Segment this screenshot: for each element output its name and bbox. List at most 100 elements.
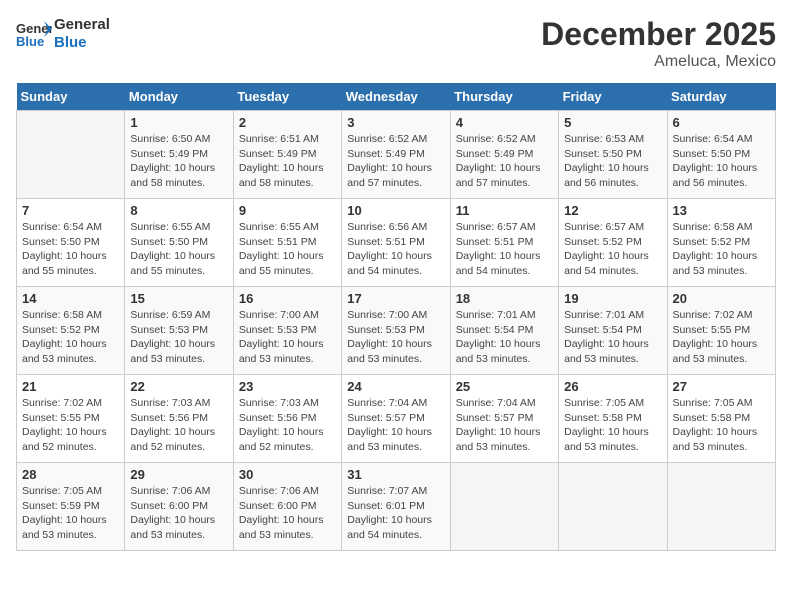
day-number: 20: [673, 291, 770, 306]
day-info: Sunrise: 7:01 AMSunset: 5:54 PMDaylight:…: [564, 308, 661, 367]
calendar-cell: 26 Sunrise: 7:05 AMSunset: 5:58 PMDayligh…: [559, 375, 667, 463]
day-number: 9: [239, 203, 336, 218]
calendar-cell: 1 Sunrise: 6:50 AMSunset: 5:49 PMDaylight…: [125, 111, 233, 199]
day-number: 26: [564, 379, 661, 394]
day-number: 31: [347, 467, 444, 482]
calendar-cell: 30 Sunrise: 7:06 AMSunset: 6:00 PMDayligh…: [233, 463, 341, 551]
day-info: Sunrise: 7:02 AMSunset: 5:55 PMDaylight:…: [22, 396, 119, 455]
calendar-cell: 15 Sunrise: 6:59 AMSunset: 5:53 PMDayligh…: [125, 287, 233, 375]
calendar-cell: 11 Sunrise: 6:57 AMSunset: 5:51 PMDayligh…: [450, 199, 558, 287]
day-info: Sunrise: 6:56 AMSunset: 5:51 PMDaylight:…: [347, 220, 444, 279]
day-info: Sunrise: 6:59 AMSunset: 5:53 PMDaylight:…: [130, 308, 227, 367]
day-info: Sunrise: 7:02 AMSunset: 5:55 PMDaylight:…: [673, 308, 770, 367]
calendar-cell: 4 Sunrise: 6:52 AMSunset: 5:49 PMDaylight…: [450, 111, 558, 199]
day-number: 2: [239, 115, 336, 130]
weekday-header-saturday: Saturday: [667, 83, 775, 111]
month-title: December 2025 Ameluca, Mexico: [541, 16, 776, 71]
calendar-week-row: 7 Sunrise: 6:54 AMSunset: 5:50 PMDaylight…: [17, 199, 776, 287]
weekday-header-row: SundayMondayTuesdayWednesdayThursdayFrid…: [17, 83, 776, 111]
calendar-week-row: 21Sunrise: 7:02 AMSunset: 5:55 PMDayligh…: [17, 375, 776, 463]
logo: General Blue General Blue: [16, 16, 110, 52]
calendar-cell: [559, 463, 667, 551]
day-info: Sunrise: 7:05 AMSunset: 5:59 PMDaylight:…: [22, 484, 119, 543]
calendar-cell: 19 Sunrise: 7:01 AMSunset: 5:54 PMDayligh…: [559, 287, 667, 375]
day-info: Sunrise: 6:58 AMSunset: 5:52 PMDaylight:…: [673, 220, 770, 279]
day-info: Sunrise: 6:50 AMSunset: 5:49 PMDaylight:…: [130, 132, 227, 191]
day-number: 22: [130, 379, 227, 394]
calendar-cell: 29Sunrise: 7:06 AMSunset: 6:00 PMDayligh…: [125, 463, 233, 551]
calendar-cell: [17, 111, 125, 199]
day-info: Sunrise: 7:07 AMSunset: 6:01 PMDaylight:…: [347, 484, 444, 543]
day-info: Sunrise: 6:52 AMSunset: 5:49 PMDaylight:…: [347, 132, 444, 191]
day-number: 10: [347, 203, 444, 218]
day-number: 24: [347, 379, 444, 394]
calendar-cell: 31 Sunrise: 7:07 AMSunset: 6:01 PMDayligh…: [342, 463, 450, 551]
calendar-cell: [667, 463, 775, 551]
calendar-cell: 16Sunrise: 7:00 AMSunset: 5:53 PMDayligh…: [233, 287, 341, 375]
logo-line2: Blue: [54, 34, 110, 52]
day-info: Sunrise: 7:06 AMSunset: 6:00 PMDaylight:…: [130, 484, 227, 543]
day-number: 7: [22, 203, 119, 218]
calendar-cell: 20 Sunrise: 7:02 AMSunset: 5:55 PMDayligh…: [667, 287, 775, 375]
weekday-header-monday: Monday: [125, 83, 233, 111]
day-info: Sunrise: 6:52 AMSunset: 5:49 PMDaylight:…: [456, 132, 553, 191]
day-info: Sunrise: 7:01 AMSunset: 5:54 PMDaylight:…: [456, 308, 553, 367]
calendar-cell: 6Sunrise: 6:54 AMSunset: 5:50 PMDaylight…: [667, 111, 775, 199]
day-number: 13: [673, 203, 770, 218]
day-number: 18: [456, 291, 553, 306]
day-number: 23: [239, 379, 336, 394]
day-number: 12: [564, 203, 661, 218]
day-number: 28: [22, 467, 119, 482]
day-number: 4: [456, 115, 553, 130]
weekday-header-friday: Friday: [559, 83, 667, 111]
day-info: Sunrise: 7:00 AMSunset: 5:53 PMDaylight:…: [239, 308, 336, 367]
calendar-table: SundayMondayTuesdayWednesdayThursdayFrid…: [16, 83, 776, 551]
day-info: Sunrise: 6:58 AMSunset: 5:52 PMDaylight:…: [22, 308, 119, 367]
day-info: Sunrise: 7:05 AMSunset: 5:58 PMDaylight:…: [673, 396, 770, 455]
day-info: Sunrise: 7:04 AMSunset: 5:57 PMDaylight:…: [347, 396, 444, 455]
day-info: Sunrise: 6:55 AMSunset: 5:50 PMDaylight:…: [130, 220, 227, 279]
location-heading: Ameluca, Mexico: [541, 53, 776, 71]
day-number: 15: [130, 291, 227, 306]
page-header: General Blue General Blue December 2025 …: [16, 16, 776, 71]
calendar-cell: 10 Sunrise: 6:56 AMSunset: 5:51 PMDayligh…: [342, 199, 450, 287]
day-number: 8: [130, 203, 227, 218]
day-info: Sunrise: 7:03 AMSunset: 5:56 PMDaylight:…: [130, 396, 227, 455]
day-info: Sunrise: 6:57 AMSunset: 5:51 PMDaylight:…: [456, 220, 553, 279]
day-number: 30: [239, 467, 336, 482]
logo-icon: General Blue: [16, 19, 52, 49]
calendar-cell: 18 Sunrise: 7:01 AMSunset: 5:54 PMDayligh…: [450, 287, 558, 375]
weekday-header-tuesday: Tuesday: [233, 83, 341, 111]
day-info: Sunrise: 6:57 AMSunset: 5:52 PMDaylight:…: [564, 220, 661, 279]
calendar-cell: 5Sunrise: 6:53 AMSunset: 5:50 PMDaylight…: [559, 111, 667, 199]
weekday-header-wednesday: Wednesday: [342, 83, 450, 111]
calendar-cell: 17Sunrise: 7:00 AMSunset: 5:53 PMDayligh…: [342, 287, 450, 375]
day-number: 27: [673, 379, 770, 394]
day-number: 17: [347, 291, 444, 306]
calendar-cell: 14 Sunrise: 6:58 AMSunset: 5:52 PMDayligh…: [17, 287, 125, 375]
calendar-week-row: 14 Sunrise: 6:58 AMSunset: 5:52 PMDayligh…: [17, 287, 776, 375]
day-info: Sunrise: 7:04 AMSunset: 5:57 PMDaylight:…: [456, 396, 553, 455]
day-number: 1: [130, 115, 227, 130]
day-number: 14: [22, 291, 119, 306]
day-info: Sunrise: 7:05 AMSunset: 5:58 PMDaylight:…: [564, 396, 661, 455]
calendar-cell: 7 Sunrise: 6:54 AMSunset: 5:50 PMDaylight…: [17, 199, 125, 287]
day-info: Sunrise: 6:54 AMSunset: 5:50 PMDaylight:…: [22, 220, 119, 279]
logo-line1: General: [54, 16, 110, 34]
calendar-cell: 12 Sunrise: 6:57 AMSunset: 5:52 PMDayligh…: [559, 199, 667, 287]
day-number: 11: [456, 203, 553, 218]
calendar-cell: 28 Sunrise: 7:05 AMSunset: 5:59 PMDayligh…: [17, 463, 125, 551]
day-number: 19: [564, 291, 661, 306]
day-info: Sunrise: 6:55 AMSunset: 5:51 PMDaylight:…: [239, 220, 336, 279]
svg-text:Blue: Blue: [16, 34, 44, 49]
calendar-cell: 3 Sunrise: 6:52 AMSunset: 5:49 PMDaylight…: [342, 111, 450, 199]
day-info: Sunrise: 7:03 AMSunset: 5:56 PMDaylight:…: [239, 396, 336, 455]
calendar-cell: 9 Sunrise: 6:55 AMSunset: 5:51 PMDaylight…: [233, 199, 341, 287]
weekday-header-sunday: Sunday: [17, 83, 125, 111]
day-info: Sunrise: 7:06 AMSunset: 6:00 PMDaylight:…: [239, 484, 336, 543]
day-number: 3: [347, 115, 444, 130]
day-info: Sunrise: 6:53 AMSunset: 5:50 PMDaylight:…: [564, 132, 661, 191]
weekday-header-thursday: Thursday: [450, 83, 558, 111]
calendar-week-row: 28 Sunrise: 7:05 AMSunset: 5:59 PMDayligh…: [17, 463, 776, 551]
calendar-cell: 25Sunrise: 7:04 AMSunset: 5:57 PMDayligh…: [450, 375, 558, 463]
